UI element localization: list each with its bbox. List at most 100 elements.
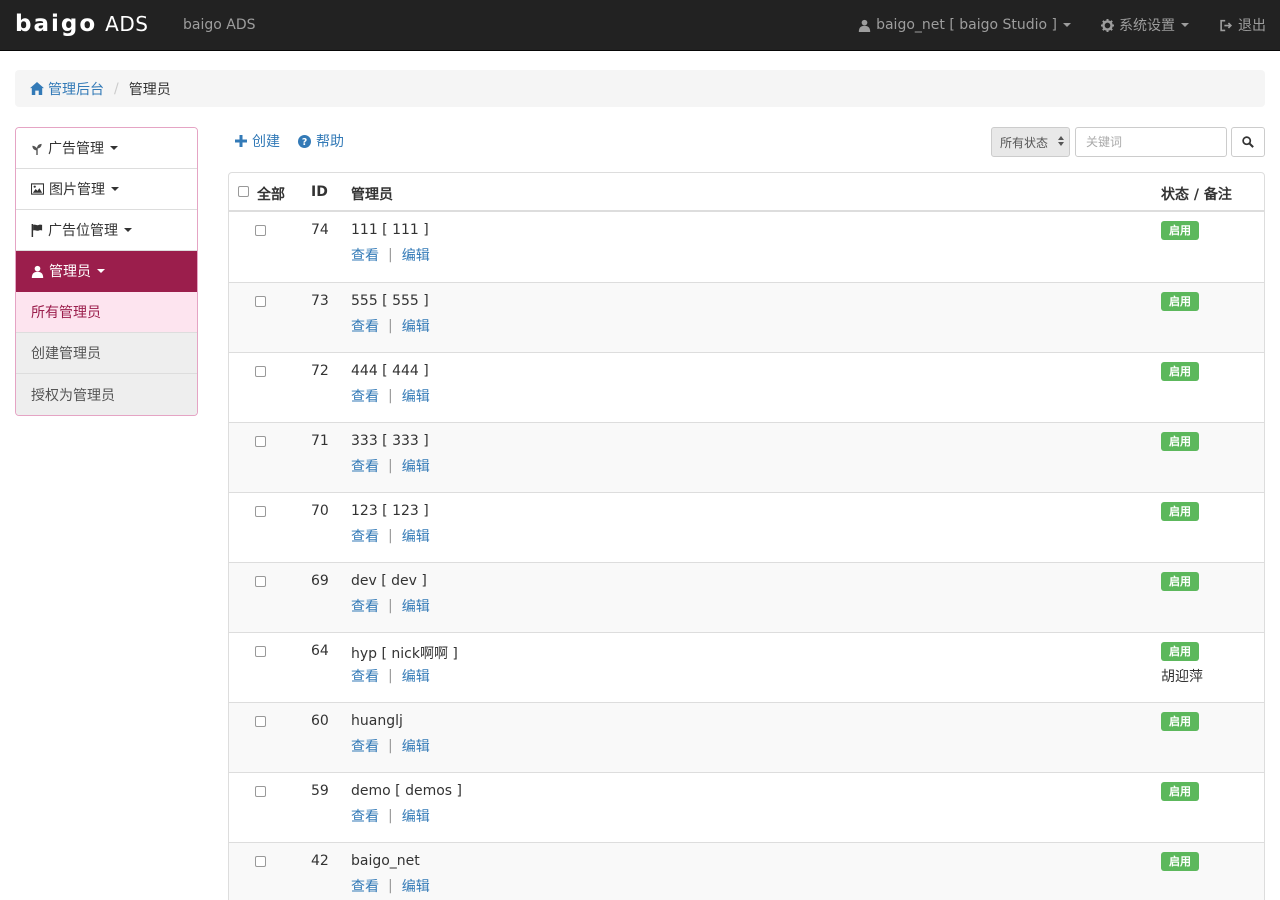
view-link[interactable]: 查看 xyxy=(351,806,379,826)
sidebar-subitem-create-admin[interactable]: 创建管理员 xyxy=(16,333,197,374)
edit-link[interactable]: 编辑 xyxy=(402,526,430,546)
sidebar-subitem-authorize-admin[interactable]: 授权为管理员 xyxy=(16,374,197,415)
row-id: 72 xyxy=(311,363,329,379)
view-link[interactable]: 查看 xyxy=(351,736,379,756)
edit-link[interactable]: 编辑 xyxy=(402,316,430,336)
sidebar-subitem-all-admins[interactable]: 所有管理员 xyxy=(16,292,197,333)
row-id: 70 xyxy=(311,503,329,519)
row-checkbox[interactable] xyxy=(255,225,266,236)
row-id: 74 xyxy=(311,222,329,238)
plus-icon xyxy=(235,135,247,147)
row-id: 69 xyxy=(311,573,329,589)
row-id: 42 xyxy=(311,853,329,869)
edit-link[interactable]: 编辑 xyxy=(402,456,430,476)
leaf-icon xyxy=(31,142,43,155)
sidebar-item-label: 广告管理 xyxy=(48,141,104,157)
toolbar-actions: 创建 ? 帮助 xyxy=(235,131,362,151)
table-row: 73 555 [ 555 ] 查看 | 编辑 启用 xyxy=(229,282,1264,352)
breadcrumb-current: 管理员 xyxy=(128,81,171,98)
view-link[interactable]: 查看 xyxy=(351,596,379,616)
header-status: 状态 / 备注 xyxy=(1161,187,1232,203)
row-checkbox[interactable] xyxy=(255,436,266,447)
status-badge: 启用 xyxy=(1161,572,1199,591)
settings-menu-toggle[interactable]: 系统设置 xyxy=(1101,15,1189,35)
view-link[interactable]: 查看 xyxy=(351,245,379,265)
action-separator: | xyxy=(388,388,393,404)
status-badge: 启用 xyxy=(1161,712,1199,731)
row-admin-name: baigo_net xyxy=(351,853,420,869)
row-checkbox[interactable] xyxy=(255,366,266,377)
row-checkbox[interactable] xyxy=(255,506,266,517)
keyword-search-input[interactable] xyxy=(1075,127,1227,157)
row-admin-name: 111 [ 111 ] xyxy=(351,222,429,238)
row-admin-name: dev [ dev ] xyxy=(351,573,427,589)
status-filter-select[interactable]: 所有状态 xyxy=(991,127,1070,157)
edit-link[interactable]: 编辑 xyxy=(402,596,430,616)
help-button[interactable]: ? 帮助 xyxy=(298,131,344,151)
search-button[interactable] xyxy=(1231,127,1265,157)
sidebar-item-images[interactable]: 图片管理 xyxy=(16,169,197,210)
sidebar: 广告管理 图片管理 广告位管理 管理员 所有管理员 创建管理员 授权为管理员 xyxy=(15,127,198,416)
edit-link[interactable]: 编辑 xyxy=(402,386,430,406)
navbar-right: baigo_net [ baigo Studio ] 系统设置 退出 xyxy=(828,0,1266,50)
logout-icon xyxy=(1219,19,1233,32)
row-status: 启用 xyxy=(1161,292,1199,311)
view-link[interactable]: 查看 xyxy=(351,456,379,476)
sidebar-item-label: 图片管理 xyxy=(49,182,105,198)
row-actions: 查看 | 编辑 xyxy=(351,666,430,686)
logout-label: 退出 xyxy=(1238,18,1266,34)
edit-link[interactable]: 编辑 xyxy=(402,245,430,265)
row-checkbox[interactable] xyxy=(255,716,266,727)
view-link[interactable]: 查看 xyxy=(351,316,379,336)
edit-link[interactable]: 编辑 xyxy=(402,666,430,686)
user-icon xyxy=(31,265,44,278)
header-id: ID xyxy=(311,184,328,200)
sidebar-item-admins[interactable]: 管理员 xyxy=(16,251,197,292)
row-checkbox[interactable] xyxy=(255,646,266,657)
chevron-down-icon xyxy=(97,269,105,273)
row-id: 64 xyxy=(311,643,329,659)
row-admin-name: demo [ demos ] xyxy=(351,783,462,799)
chevron-down-icon xyxy=(124,228,132,232)
view-link[interactable]: 查看 xyxy=(351,386,379,406)
row-checkbox[interactable] xyxy=(255,856,266,867)
top-navbar: baigo ADS baigo ADS baigo_net [ baigo St… xyxy=(0,0,1280,51)
logout-link[interactable]: 退出 xyxy=(1219,15,1266,35)
user-menu-toggle[interactable]: baigo_net [ baigo Studio ] xyxy=(858,17,1071,33)
breadcrumb-home-link[interactable]: 管理后台 xyxy=(30,79,104,99)
sidebar-item-ad-positions[interactable]: 广告位管理 xyxy=(16,210,197,251)
row-actions: 查看 | 编辑 xyxy=(351,245,430,265)
status-badge: 启用 xyxy=(1161,642,1199,661)
view-link[interactable]: 查看 xyxy=(351,876,379,896)
table-row: 60 huanglj 查看 | 编辑 启用 xyxy=(229,702,1264,772)
action-separator: | xyxy=(388,878,393,894)
view-link[interactable]: 查看 xyxy=(351,526,379,546)
chevron-down-icon xyxy=(1181,23,1189,27)
edit-link[interactable]: 编辑 xyxy=(402,876,430,896)
action-separator: | xyxy=(388,668,393,684)
row-checkbox[interactable] xyxy=(255,576,266,587)
create-button[interactable]: 创建 xyxy=(235,131,280,151)
edit-link[interactable]: 编辑 xyxy=(402,806,430,826)
breadcrumb-home-label: 管理后台 xyxy=(48,81,104,98)
sidebar-item-ads[interactable]: 广告管理 xyxy=(16,128,197,169)
row-status: 启用 xyxy=(1161,572,1199,591)
breadcrumb-separator: / xyxy=(114,80,119,97)
select-all-checkbox[interactable] xyxy=(238,186,249,197)
brand-logo[interactable]: baigo ADS xyxy=(15,12,148,36)
table-row: 74 111 [ 111 ] 查看 | 编辑 启用 xyxy=(229,212,1264,282)
home-icon xyxy=(30,82,44,95)
table-row: 69 dev [ dev ] 查看 | 编辑 启用 xyxy=(229,562,1264,632)
user-menu-label: baigo_net [ baigo Studio ] xyxy=(876,17,1057,33)
status-badge: 启用 xyxy=(1161,362,1199,381)
site-name-link[interactable]: baigo ADS xyxy=(183,17,256,33)
row-admin-name: 123 [ 123 ] xyxy=(351,503,429,519)
status-badge: 启用 xyxy=(1161,782,1199,801)
edit-link[interactable]: 编辑 xyxy=(402,736,430,756)
row-status: 启用 胡迎萍 xyxy=(1161,642,1203,686)
row-checkbox[interactable] xyxy=(255,296,266,307)
row-checkbox[interactable] xyxy=(255,786,266,797)
view-link[interactable]: 查看 xyxy=(351,666,379,686)
row-actions: 查看 | 编辑 xyxy=(351,526,430,546)
table-row: 64 hyp [ nick啊啊 ] 查看 | 编辑 启用 胡迎萍 xyxy=(229,632,1264,702)
